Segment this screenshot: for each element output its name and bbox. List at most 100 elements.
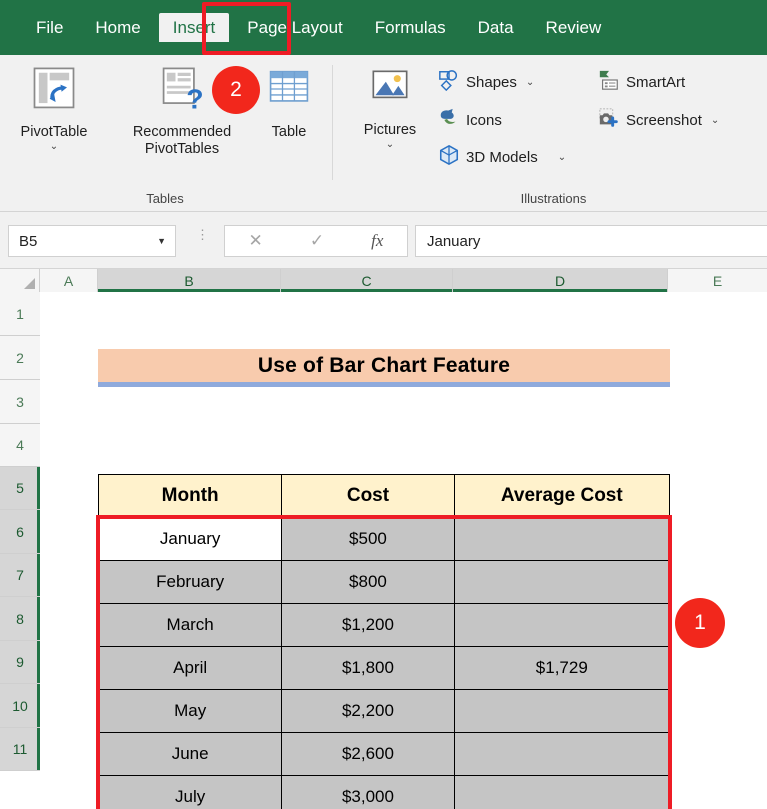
pictures-button[interactable]: Pictures ⌄ bbox=[350, 63, 430, 150]
formula-input[interactable]: January bbox=[415, 225, 767, 257]
cell-d7[interactable] bbox=[453, 603, 671, 647]
cell-b10[interactable]: June bbox=[97, 732, 283, 776]
chevron-down-icon[interactable]: ⌄ bbox=[526, 77, 534, 88]
tab-home[interactable]: Home bbox=[81, 13, 154, 42]
select-all-corner[interactable] bbox=[0, 269, 40, 292]
row-header-9[interactable]: 9 bbox=[0, 641, 40, 684]
table-header-average-cost: Average Cost bbox=[453, 474, 671, 518]
table-row[interactable]: January $500 bbox=[97, 517, 671, 561]
smartart-icon bbox=[598, 69, 620, 96]
icons-icon bbox=[438, 107, 460, 134]
smartart-label: SmartArt bbox=[626, 74, 686, 91]
name-box[interactable]: B5 ▼ bbox=[8, 225, 176, 257]
ribbon-group-tables: PivotTable ⌄ ? Recommended PivotTables T… bbox=[0, 55, 330, 212]
tab-insert[interactable]: Insert bbox=[158, 13, 230, 42]
data-table: Month Cost Average Cost January $500 Feb… bbox=[97, 474, 671, 809]
shapes-label: Shapes bbox=[466, 74, 517, 91]
cell-d8[interactable]: $1,729 bbox=[453, 646, 671, 690]
chevron-down-icon[interactable]: ⌄ bbox=[386, 139, 394, 150]
insert-function-icon[interactable]: fx bbox=[371, 231, 383, 251]
sheet-canvas[interactable]: Use of Bar Chart Feature Month Cost Aver… bbox=[40, 292, 767, 809]
column-header-e[interactable]: E bbox=[668, 269, 767, 292]
row-header-7[interactable]: 7 bbox=[0, 554, 40, 597]
3d-models-button[interactable]: 3D Models ⌄ bbox=[438, 144, 566, 171]
table-row[interactable]: April $1,800 $1,729 bbox=[97, 646, 671, 690]
chevron-down-icon[interactable]: ⌄ bbox=[711, 115, 719, 126]
tab-data[interactable]: Data bbox=[464, 13, 528, 42]
cell-b6[interactable]: February bbox=[97, 560, 283, 604]
row-header-4[interactable]: 4 bbox=[0, 424, 40, 467]
pivottable-button[interactable]: PivotTable ⌄ bbox=[8, 63, 100, 152]
cell-b8[interactable]: April bbox=[97, 646, 283, 690]
enter-formula-button[interactable]: ✓ bbox=[310, 231, 324, 251]
tab-page-layout[interactable]: Page Layout bbox=[233, 13, 356, 42]
name-box-value: B5 bbox=[19, 232, 38, 250]
tab-review[interactable]: Review bbox=[532, 13, 616, 42]
cell-c7[interactable]: $1,200 bbox=[281, 603, 455, 647]
cell-d11[interactable] bbox=[453, 775, 671, 809]
cell-b5[interactable]: January bbox=[97, 517, 283, 561]
row-header-3[interactable]: 3 bbox=[0, 380, 40, 424]
row-header-5[interactable]: 5 bbox=[0, 467, 40, 510]
table-row[interactable]: March $1,200 bbox=[97, 603, 671, 647]
table-row[interactable]: May $2,200 bbox=[97, 689, 671, 733]
table-button[interactable]: Table bbox=[258, 63, 320, 141]
cell-c11[interactable]: $3,000 bbox=[281, 775, 455, 809]
svg-text:?: ? bbox=[186, 84, 203, 115]
ribbon-group-illustrations: Pictures ⌄ Shapes ⌄ Icons 3D Models ⌄ Sm… bbox=[340, 55, 767, 212]
cell-c8[interactable]: $1,800 bbox=[281, 646, 455, 690]
screenshot-button[interactable]: Screenshot ⌄ bbox=[598, 107, 719, 134]
column-header-row: A B C D E bbox=[0, 269, 767, 292]
row-header-2[interactable]: 2 bbox=[0, 336, 40, 380]
column-header-b[interactable]: B bbox=[98, 269, 281, 292]
formula-bar: B5 ▼ ⋮ ✕ ✓ fx January bbox=[0, 212, 767, 269]
row-header-1[interactable]: 1 bbox=[0, 292, 40, 336]
excel-window: File Home Insert Page Layout Formulas Da… bbox=[0, 0, 767, 809]
chevron-down-icon[interactable]: ▼ bbox=[157, 236, 175, 246]
table-icon bbox=[263, 63, 315, 120]
table-header-month: Month bbox=[97, 474, 283, 518]
formula-action-buttons: ✕ ✓ fx bbox=[224, 225, 408, 257]
cell-d6[interactable] bbox=[453, 560, 671, 604]
annotation-badge-1: 1 bbox=[675, 598, 725, 648]
cancel-formula-button[interactable]: ✕ bbox=[249, 231, 263, 251]
formula-bar-grip[interactable]: ⋮ bbox=[196, 228, 209, 241]
row-header-8[interactable]: 8 bbox=[0, 597, 40, 641]
tab-file[interactable]: File bbox=[22, 13, 77, 42]
icons-button[interactable]: Icons bbox=[438, 107, 502, 134]
cell-d9[interactable] bbox=[453, 689, 671, 733]
cell-d10[interactable] bbox=[453, 732, 671, 776]
pivottable-icon bbox=[28, 63, 80, 120]
recommended-pivottables-label-line1: Recommended bbox=[132, 124, 232, 140]
row-header-6[interactable]: 6 bbox=[0, 510, 40, 554]
row-header-column: 1 2 3 4 5 6 7 8 9 10 11 bbox=[0, 292, 40, 771]
cell-b11[interactable]: July bbox=[97, 775, 283, 809]
column-header-d[interactable]: D bbox=[453, 269, 668, 292]
smartart-button[interactable]: SmartArt bbox=[598, 69, 685, 96]
tables-group-label: Tables bbox=[146, 191, 184, 206]
cell-c9[interactable]: $2,200 bbox=[281, 689, 455, 733]
cell-c10[interactable]: $2,600 bbox=[281, 732, 455, 776]
chevron-down-icon[interactable]: ⌄ bbox=[558, 152, 566, 163]
shapes-icon bbox=[438, 69, 460, 96]
cell-c5[interactable]: $500 bbox=[281, 517, 455, 561]
row-header-10[interactable]: 10 bbox=[0, 684, 40, 728]
cell-c6[interactable]: $800 bbox=[281, 560, 455, 604]
column-header-c[interactable]: C bbox=[281, 269, 453, 292]
table-row[interactable]: June $2,600 bbox=[97, 732, 671, 776]
row-header-11[interactable]: 11 bbox=[0, 728, 40, 771]
3d-models-label: 3D Models bbox=[466, 149, 538, 166]
pictures-icon bbox=[365, 63, 415, 118]
ribbon-tab-bar: File Home Insert Page Layout Formulas Da… bbox=[0, 0, 767, 55]
column-header-a[interactable]: A bbox=[40, 269, 98, 292]
chevron-down-icon[interactable]: ⌄ bbox=[50, 141, 58, 152]
tab-formulas[interactable]: Formulas bbox=[361, 13, 460, 42]
spreadsheet-grid: A B C D E 1 2 3 4 5 6 7 8 9 10 11 Use of… bbox=[0, 269, 767, 809]
table-row[interactable]: July $3,000 bbox=[97, 775, 671, 809]
table-row[interactable]: February $800 bbox=[97, 560, 671, 604]
cell-d5[interactable] bbox=[453, 517, 671, 561]
shapes-button[interactable]: Shapes ⌄ bbox=[438, 69, 534, 96]
cell-b9[interactable]: May bbox=[97, 689, 283, 733]
title-banner-text: Use of Bar Chart Feature bbox=[257, 353, 511, 377]
cell-b7[interactable]: March bbox=[97, 603, 283, 647]
